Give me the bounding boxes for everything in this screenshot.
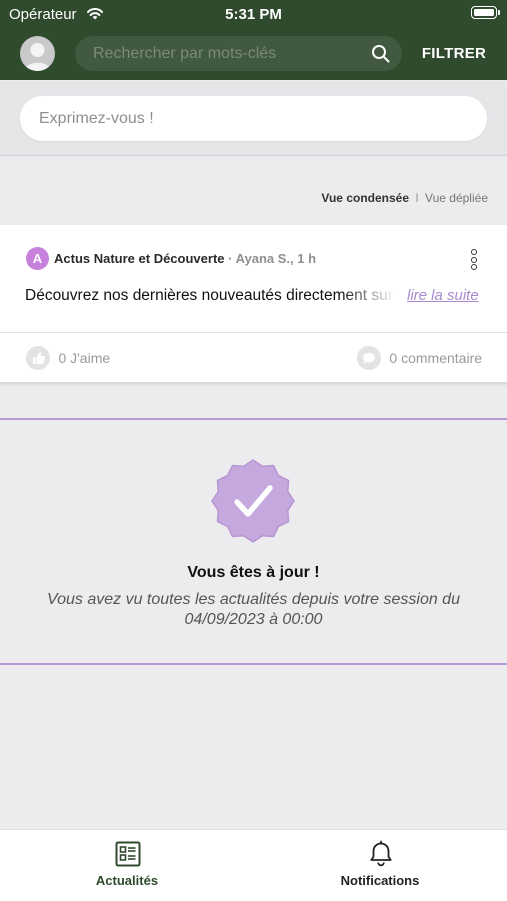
up-to-date-title: Vous êtes à jour ! — [187, 564, 320, 581]
news-icon — [115, 841, 141, 867]
user-silhouette-icon — [24, 43, 51, 71]
comment-icon — [356, 346, 381, 370]
like-button[interactable]: 0 J'aime — [26, 346, 110, 370]
nav-item-notifications[interactable]: Notifications — [300, 830, 460, 901]
filter-button[interactable]: FILTRER — [416, 36, 492, 71]
search-icon[interactable] — [371, 44, 390, 63]
post-source[interactable]: Actus Nature et Découverte — [54, 251, 225, 266]
search-input[interactable] — [93, 36, 353, 71]
nav-label-actualites: Actualités — [95, 873, 159, 888]
status-bar: Opérateur 5:31 PM — [0, 0, 507, 30]
view-toggle: Vue condensée I Vue dépliée — [321, 191, 488, 205]
post-meta: Actus Nature et Découverte · Ayana S., 1… — [54, 251, 316, 266]
check-badge-icon — [211, 459, 295, 543]
post-text-fade — [340, 283, 406, 309]
search-bar[interactable] — [75, 36, 402, 71]
read-more-link[interactable]: lire la suite — [407, 287, 479, 304]
thumbs-up-icon — [26, 346, 50, 370]
expanded-view-toggle[interactable]: Vue dépliée — [425, 191, 488, 205]
battery-icon — [471, 6, 500, 19]
post-card[interactable]: A Actus Nature et Découverte · Ayana S.,… — [0, 225, 507, 382]
up-to-date-description: Vous avez vu toutes les actualités depui… — [47, 591, 460, 628]
nav-item-actualites[interactable]: Actualités — [47, 830, 207, 901]
top-header: Opérateur 5:31 PM FILTRER — [0, 0, 507, 80]
up-to-date-section: Vous êtes à jour ! Vous avez vu toutes l… — [0, 418, 507, 665]
card-divider — [0, 332, 507, 333]
post-author-avatar[interactable]: A — [26, 247, 49, 270]
status-time: 5:31 PM — [225, 6, 282, 23]
user-avatar[interactable] — [20, 36, 55, 71]
post-author-time: · Ayana S., 1 h — [228, 251, 317, 266]
like-count: 0 J'aime — [58, 350, 111, 366]
bottom-navigation: Actualités Notifications — [0, 829, 507, 901]
bell-icon — [370, 840, 392, 867]
more-options-icon[interactable] — [468, 249, 480, 271]
view-toggle-separator: I — [415, 191, 419, 205]
nav-label-notifications: Notifications — [340, 873, 420, 888]
composer-input[interactable]: Exprimez-vous ! — [20, 96, 487, 141]
comment-count: 0 commentaire — [389, 350, 482, 366]
condensed-view-toggle[interactable]: Vue condensée — [321, 191, 409, 205]
comment-button[interactable]: 0 commentaire — [356, 346, 482, 370]
